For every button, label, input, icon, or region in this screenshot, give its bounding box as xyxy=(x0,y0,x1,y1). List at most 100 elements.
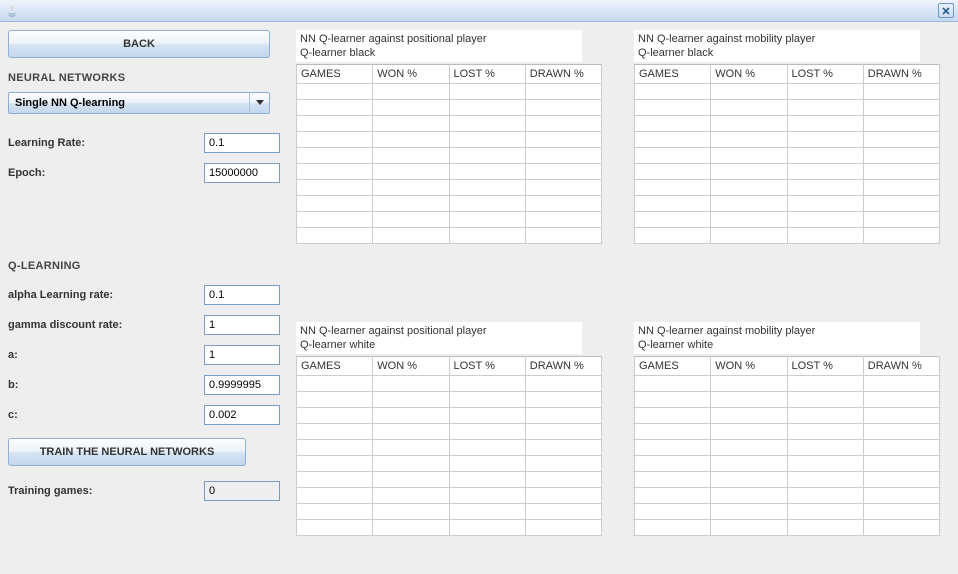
table-title-line1: NN Q-learner against mobility player xyxy=(638,32,916,46)
data-table: GAMES WON % LOST % DRAWN % xyxy=(296,356,602,536)
col-drawn: DRAWN % xyxy=(525,357,601,376)
b-label: b: xyxy=(8,379,204,391)
gamma-input[interactable] xyxy=(204,315,280,335)
table-positional-white: NN Q-learner against positional player Q… xyxy=(296,322,602,536)
table-row xyxy=(297,212,602,228)
table-row xyxy=(297,228,602,244)
right-panel: NN Q-learner against positional player Q… xyxy=(296,30,950,536)
table-positional-black: NN Q-learner against positional player Q… xyxy=(296,30,602,244)
col-won: WON % xyxy=(711,65,787,84)
table-row xyxy=(297,196,602,212)
table-title-line1: NN Q-learner against positional player xyxy=(300,32,578,46)
table-row xyxy=(635,392,940,408)
table-row xyxy=(635,424,940,440)
table-title: NN Q-learner against mobility player Q-l… xyxy=(634,30,920,62)
col-lost: LOST % xyxy=(787,65,863,84)
table-row xyxy=(297,84,602,100)
table-row xyxy=(297,164,602,180)
table-row xyxy=(635,440,940,456)
col-games: GAMES xyxy=(635,65,711,84)
col-lost: LOST % xyxy=(449,357,525,376)
table-row xyxy=(297,472,602,488)
q-learning-header: Q-LEARNING xyxy=(8,260,280,272)
close-button[interactable] xyxy=(938,3,954,18)
training-games-output xyxy=(204,481,280,501)
learning-rate-input[interactable] xyxy=(204,133,280,153)
epoch-label: Epoch: xyxy=(8,167,204,179)
col-drawn: DRAWN % xyxy=(863,65,939,84)
table-row xyxy=(635,488,940,504)
col-games: GAMES xyxy=(297,65,373,84)
table-title: NN Q-learner against positional player Q… xyxy=(296,322,582,354)
table-title-line1: NN Q-learner against mobility player xyxy=(638,324,916,338)
table-row xyxy=(635,456,940,472)
epoch-input[interactable] xyxy=(204,163,280,183)
table-row xyxy=(297,148,602,164)
col-games: GAMES xyxy=(635,357,711,376)
data-table: GAMES WON % LOST % DRAWN % xyxy=(634,356,940,536)
nn-type-combo[interactable]: Single NN Q-learning xyxy=(8,92,270,114)
b-input[interactable] xyxy=(204,375,280,395)
left-panel: BACK NEURAL NETWORKS Single NN Q-learnin… xyxy=(8,30,280,536)
gamma-label: gamma discount rate: xyxy=(8,319,204,331)
table-row xyxy=(635,180,940,196)
table-row xyxy=(297,440,602,456)
table-row xyxy=(635,116,940,132)
table-row xyxy=(297,456,602,472)
col-drawn: DRAWN % xyxy=(525,65,601,84)
table-title-line1: NN Q-learner against positional player xyxy=(300,324,578,338)
table-row xyxy=(635,132,940,148)
table-row xyxy=(635,408,940,424)
java-icon xyxy=(4,3,20,19)
col-won: WON % xyxy=(373,357,449,376)
c-label: c: xyxy=(8,409,204,421)
alpha-label: alpha Learning rate: xyxy=(8,289,204,301)
back-button[interactable]: BACK xyxy=(8,30,270,58)
col-won: WON % xyxy=(373,65,449,84)
table-row xyxy=(635,472,940,488)
col-drawn: DRAWN % xyxy=(863,357,939,376)
alpha-input[interactable] xyxy=(204,285,280,305)
table-row xyxy=(635,212,940,228)
data-table: GAMES WON % LOST % DRAWN % xyxy=(634,64,940,244)
table-row xyxy=(635,376,940,392)
table-row xyxy=(297,408,602,424)
col-lost: LOST % xyxy=(787,357,863,376)
table-row xyxy=(297,116,602,132)
col-lost: LOST % xyxy=(449,65,525,84)
learning-rate-label: Learning Rate: xyxy=(8,137,204,149)
data-table: GAMES WON % LOST % DRAWN % xyxy=(296,64,602,244)
nn-type-combo-value: Single NN Q-learning xyxy=(15,97,125,109)
table-title-line2: Q-learner white xyxy=(300,338,578,352)
table-row xyxy=(297,424,602,440)
train-button[interactable]: TRAIN THE NEURAL NETWORKS xyxy=(8,438,246,466)
table-row xyxy=(635,148,940,164)
table-row xyxy=(635,84,940,100)
table-row xyxy=(297,376,602,392)
table-row xyxy=(635,520,940,536)
col-games: GAMES xyxy=(297,357,373,376)
chevron-down-icon xyxy=(249,93,269,113)
table-row xyxy=(297,100,602,116)
table-row xyxy=(635,504,940,520)
a-input[interactable] xyxy=(204,345,280,365)
table-row xyxy=(297,520,602,536)
a-label: a: xyxy=(8,349,204,361)
training-games-label: Training games: xyxy=(8,485,204,497)
table-mobility-black: NN Q-learner against mobility player Q-l… xyxy=(634,30,940,244)
table-row xyxy=(297,180,602,196)
table-row xyxy=(297,504,602,520)
col-won: WON % xyxy=(711,357,787,376)
table-row xyxy=(635,228,940,244)
table-mobility-white: NN Q-learner against mobility player Q-l… xyxy=(634,322,940,536)
table-title: NN Q-learner against mobility player Q-l… xyxy=(634,322,920,354)
table-row xyxy=(297,392,602,408)
neural-networks-header: NEURAL NETWORKS xyxy=(8,72,280,84)
table-row xyxy=(297,488,602,504)
window-titlebar xyxy=(0,0,958,22)
table-row xyxy=(635,164,940,180)
table-row xyxy=(635,196,940,212)
table-title: NN Q-learner against positional player Q… xyxy=(296,30,582,62)
table-row xyxy=(635,100,940,116)
c-input[interactable] xyxy=(204,405,280,425)
